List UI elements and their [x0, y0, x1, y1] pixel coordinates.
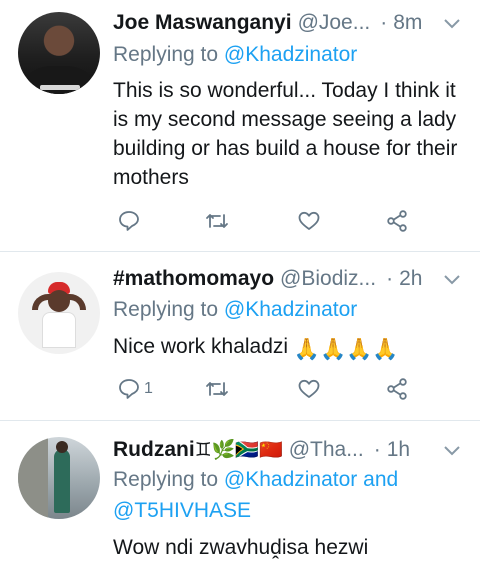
mention-link[interactable]: @Khadzinator and — [224, 468, 398, 491]
tweet-header: Joe Maswanganyi @Joe... · 8m — [113, 8, 422, 38]
share-icon — [387, 378, 407, 400]
retweet-icon — [206, 214, 228, 228]
like-icon — [298, 379, 320, 398]
caret-down-icon[interactable] — [442, 14, 462, 34]
timestamp-dot: · — [373, 438, 381, 461]
reply-icon — [119, 379, 139, 399]
avatar[interactable] — [18, 272, 100, 354]
timestamp-dot: · — [386, 267, 394, 290]
reply-icon — [119, 211, 139, 231]
tweet-actions — [113, 208, 423, 234]
reply-button[interactable]: 1 — [117, 376, 153, 402]
tweet[interactable]: Rudzani ♊🌿🇿🇦🇨🇳 @Tha... · 1h Replying to … — [0, 421, 480, 572]
replying-to: Replying to @Khadzinator — [113, 298, 357, 322]
display-name[interactable]: #mathomomayo — [113, 267, 274, 291]
username[interactable]: @Biodiz... — [280, 267, 376, 291]
like-icon — [298, 211, 320, 230]
tweet-text: Wow ndi zwavhuḓisa hezwi — [113, 536, 369, 559]
username[interactable]: @Joe... — [298, 11, 371, 35]
mention-link[interactable]: @Khadzinator — [224, 298, 357, 321]
pray-emoji: 🙏🙏🙏🙏 — [293, 338, 399, 361]
avatar[interactable] — [18, 437, 100, 519]
avatar[interactable] — [18, 12, 100, 94]
caret-down-icon[interactable] — [442, 270, 462, 290]
tweet-text: Nice work khaladzi 🙏🙏🙏🙏 — [113, 332, 463, 364]
retweet-button[interactable] — [205, 208, 229, 234]
tweet-header: Rudzani ♊🌿🇿🇦🇨🇳 @Tha... · 1h — [113, 435, 410, 465]
name-emoji: ♊🌿🇿🇦🇨🇳 — [194, 440, 283, 461]
tweet[interactable]: Joe Maswanganyi @Joe... · 8m Replying to… — [0, 0, 480, 251]
replying-to: Replying to @Khadzinator — [113, 43, 357, 67]
share-icon — [387, 210, 407, 232]
like-button[interactable] — [297, 376, 321, 402]
retweet-button[interactable] — [205, 376, 229, 402]
share-button[interactable] — [385, 208, 409, 234]
caret-down-icon[interactable] — [442, 441, 462, 461]
tweet[interactable]: #mathomomayo @Biodiz... · 2h Replying to… — [0, 252, 480, 420]
timestamp: 1h — [386, 438, 411, 461]
username[interactable]: @Tha... — [289, 438, 364, 462]
reply-count: 1 — [144, 380, 153, 397]
replying-to: Replying to @Khadzinator and — [113, 468, 398, 492]
timestamp: 8m — [393, 11, 423, 34]
display-name[interactable]: Joe Maswanganyi — [113, 11, 292, 35]
reply-button[interactable] — [117, 208, 144, 234]
tweet-header: #mathomomayo @Biodiz... · 2h — [113, 264, 422, 294]
replying-to-label: Replying to — [113, 468, 219, 491]
tweet-text: This is so wonderful... Today I think it… — [113, 79, 458, 189]
retweet-icon — [206, 382, 228, 396]
replying-to-label: Replying to — [113, 43, 219, 66]
mention-link[interactable]: @T5HIVHASE — [113, 499, 251, 523]
tweet-actions: 1 — [113, 376, 423, 402]
timestamp-dot: · — [380, 11, 388, 34]
tweet-text-body: Nice work khaladzi — [113, 335, 289, 358]
share-button[interactable] — [385, 376, 409, 402]
mention-link[interactable]: @Khadzinator — [224, 43, 357, 66]
timestamp: 2h — [399, 267, 423, 290]
display-name[interactable]: Rudzani — [113, 438, 195, 462]
like-button[interactable] — [297, 208, 321, 234]
replying-to-label: Replying to — [113, 298, 219, 321]
